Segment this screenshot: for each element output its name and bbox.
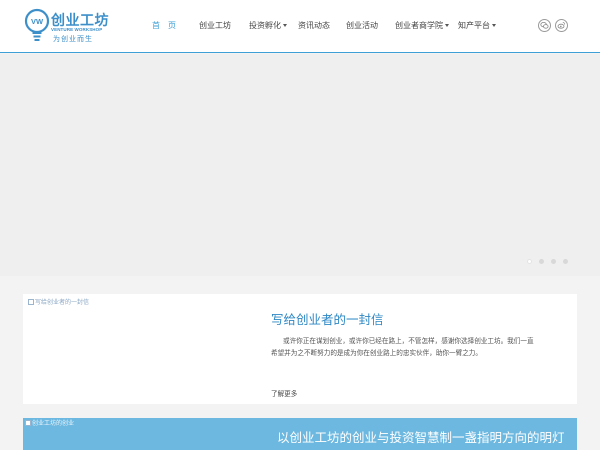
svg-text:VW: VW (31, 17, 44, 26)
site-logo[interactable]: VW 创业工坊 VENTURE WORKSHOP 为创业而生 (24, 8, 134, 46)
brand-name-en: VENTURE WORKSHOP (51, 27, 103, 32)
nav-item-investment[interactable]: 投资孵化 (249, 20, 287, 31)
nav-item-events[interactable]: 创业活动 (346, 20, 378, 31)
hero-slider[interactable] (0, 54, 600, 276)
feature-card-letter: 写给创业者的一封信 写给创业者的一封信 或许你正在谋划创业，或许你已经在路上，不… (23, 294, 577, 404)
chevron-down-icon (445, 24, 449, 28)
slider-dot-4[interactable] (563, 259, 568, 264)
brand-tagline: 为创业而生 (53, 36, 93, 43)
slider-dot-3[interactable] (551, 259, 556, 264)
slider-dot-1[interactable] (527, 259, 532, 264)
feature-card-mission: 创业工坊的创业 以创业工坊的创业与投资智慧制一盏指明方向的明灯 (23, 418, 577, 450)
chevron-down-icon (283, 24, 287, 28)
nav-item-news[interactable]: 资讯动态 (298, 20, 330, 31)
broken-image-icon (28, 299, 34, 306)
card-image-placeholder: 写给创业者的一封信 (28, 297, 89, 306)
broken-image-icon (25, 420, 31, 427)
learn-more-link[interactable]: 了解更多 (271, 388, 297, 398)
card-body-text: 或许你正在谋划创业，或许你已经在路上，不管怎样，感谢你选择创业工坊。我们一直希望… (271, 338, 534, 357)
card-image-placeholder: 创业工坊的创业 (25, 418, 74, 427)
nav-item-home[interactable]: 首 页 (152, 20, 176, 31)
nav-item-academy[interactable]: 创业者商学院 (395, 20, 449, 31)
weibo-icon[interactable] (555, 19, 568, 32)
lightbulb-logo-icon: VW (24, 8, 50, 41)
slider-dot-2[interactable] (539, 259, 544, 264)
card-title: 写给创业者的一封信 (271, 313, 384, 327)
site-header: VW 创业工坊 VENTURE WORKSHOP 为创业而生 首 页 创业工坊 … (0, 0, 600, 53)
chevron-down-icon (492, 24, 496, 28)
nav-item-ip-platform[interactable]: 知产平台 (458, 20, 496, 31)
wechat-icon[interactable] (538, 19, 551, 32)
nav-item-workshop[interactable]: 创业工坊 (199, 20, 231, 31)
card-title: 以创业工坊的创业与投资智慧制一盏指明方向的明灯 (277, 431, 565, 445)
